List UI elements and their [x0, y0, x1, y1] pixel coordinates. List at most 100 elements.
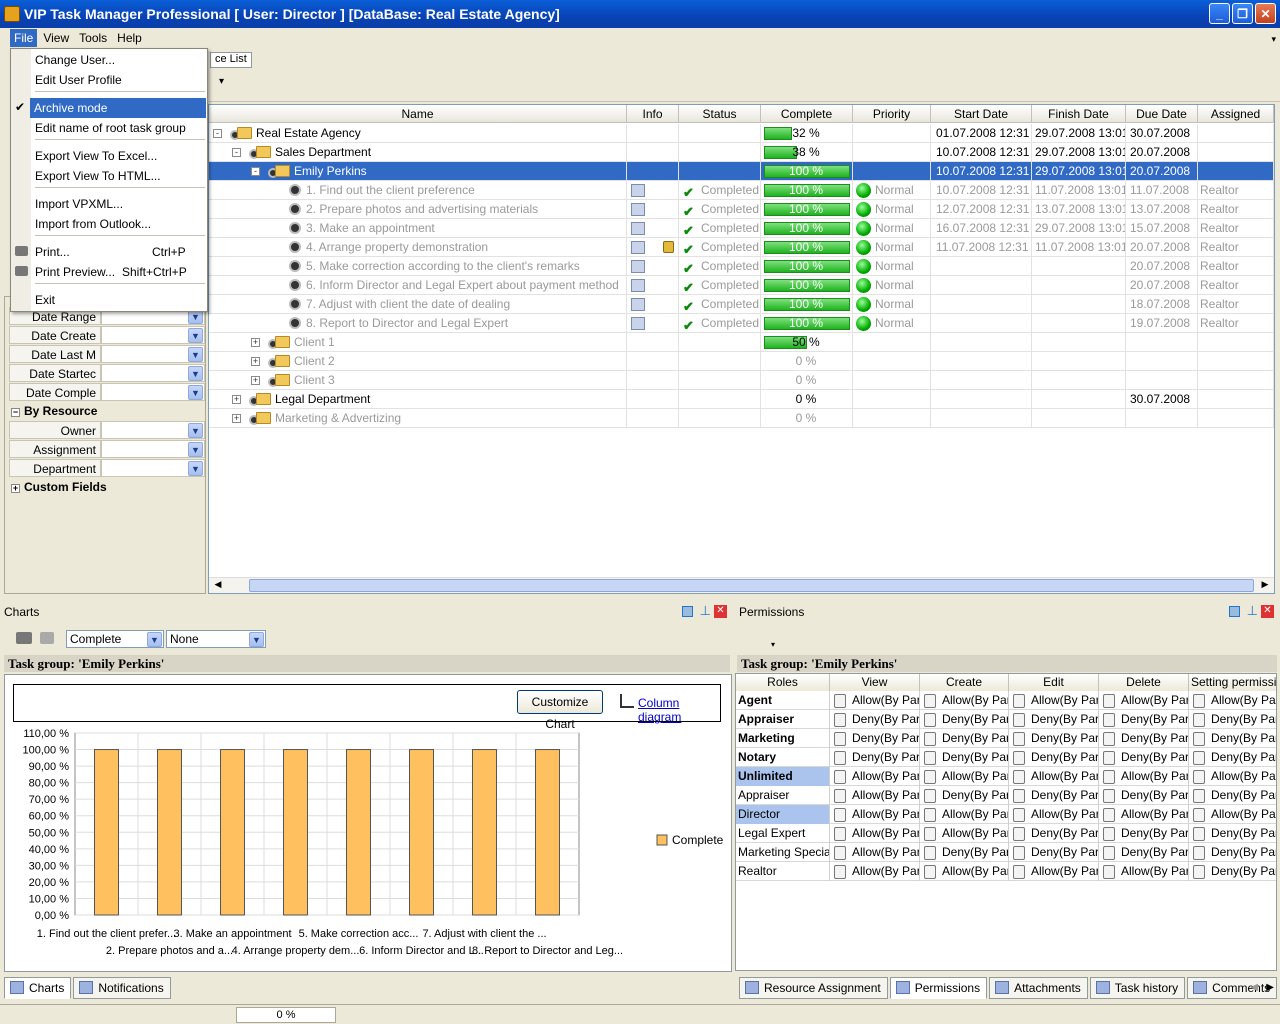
permission-cell[interactable]: Deny(By Parent) [1009, 710, 1099, 729]
chevron-down-icon[interactable]: ▼ [188, 423, 203, 438]
task-row[interactable]: 1. Find out the client preference ✔ Comple… [209, 181, 1274, 200]
horizontal-scrollbar[interactable]: ◀ ▶ [209, 577, 1274, 593]
note-icon[interactable] [631, 260, 645, 273]
permission-cell[interactable]: Allow(By Parent) [1099, 691, 1189, 710]
maximize-button[interactable]: ❐ [1232, 3, 1253, 24]
permission-row[interactable]: RealtorAllow(By Parent)Allow(By Parent)A… [736, 862, 1276, 881]
task-row[interactable]: 6. Inform Director and Legal Expert abou… [209, 276, 1274, 295]
column-delete[interactable]: Delete [1099, 674, 1189, 691]
filter-combo[interactable]: ▼ [101, 421, 205, 439]
note-icon[interactable] [631, 203, 645, 216]
collapse-icon[interactable]: - [232, 148, 241, 157]
tabs-scroll-left-icon[interactable]: ◀ [1250, 982, 1258, 993]
column-start-date[interactable]: Start Date [931, 105, 1032, 123]
group-row[interactable]: + Legal Department 0 % 30.07.2008 [209, 390, 1274, 409]
permission-cell[interactable]: Allow(By Parent) [830, 805, 920, 824]
permission-cell[interactable]: Allow(By Parent) [1009, 805, 1099, 824]
chevron-down-icon[interactable]: ▼ [249, 632, 264, 647]
permission-cell[interactable]: Allow(By Parent) [920, 691, 1009, 710]
chevron-down-icon[interactable]: ▼ [188, 461, 203, 476]
permission-cell[interactable]: Deny(By Parent) [1189, 729, 1276, 748]
menu-tools[interactable]: Tools [75, 29, 111, 47]
permission-cell[interactable]: Deny(By Parent) [1099, 824, 1189, 843]
filter-combo[interactable]: ▼ [101, 440, 205, 458]
permission-cell[interactable]: Deny(By Parent) [830, 748, 920, 767]
panel-close-icon[interactable]: ✕ [1261, 605, 1274, 618]
menu-item-import-from-outlook[interactable]: Import from Outlook... [12, 214, 206, 234]
permission-row[interactable]: DirectorAllow(By Parent)Allow(By Parent)… [736, 805, 1276, 824]
note-icon[interactable] [631, 222, 645, 235]
tab-charts[interactable]: Charts [4, 977, 72, 999]
scroll-left-icon[interactable]: ◀ [211, 579, 225, 592]
menu-item-import-vpxml[interactable]: Import VPXML... [12, 194, 206, 214]
permission-cell[interactable]: Deny(By Parent) [1189, 824, 1276, 843]
permission-row[interactable]: AppraiserDeny(By Parent)Deny(By Parent)D… [736, 710, 1276, 729]
permission-row[interactable]: NotaryDeny(By Parent)Deny(By Parent)Deny… [736, 748, 1276, 767]
chart-group-combo[interactable]: None ▼ [166, 630, 266, 648]
panel-close-icon[interactable]: ✕ [714, 605, 727, 618]
column-edit[interactable]: Edit [1009, 674, 1099, 691]
customize-chart-button[interactable]: Customize Chart [517, 690, 603, 731]
permission-cell[interactable]: Allow(By Parent) [1099, 862, 1189, 881]
expand-icon[interactable]: + [251, 357, 260, 366]
tab-resource-assignment[interactable]: Resource Assignment [739, 977, 888, 999]
group-row[interactable]: - Emily Perkins 100 % 10.07.2008 12:31 29.07… [209, 162, 1274, 181]
permission-cell[interactable]: Allow(By Parent) [1099, 767, 1189, 786]
menu-overflow-icon[interactable]: ▾ [1271, 34, 1276, 45]
permission-cell[interactable]: Allow(By Parent) [830, 691, 920, 710]
permission-cell[interactable]: Deny(By Parent) [1009, 786, 1099, 805]
column-info[interactable]: Info [627, 105, 679, 123]
task-row[interactable]: 7. Adjust with client the date of dealin… [209, 295, 1274, 314]
pin-icon[interactable]: ⊥ [1247, 603, 1258, 619]
permission-row[interactable]: UnlimitedAllow(By Parent)Allow(By Parent… [736, 767, 1276, 786]
scroll-right-icon[interactable]: ▶ [1258, 579, 1272, 592]
expand-icon[interactable]: + [232, 395, 241, 404]
permission-cell[interactable]: Deny(By Parent) [1189, 786, 1276, 805]
column-assigned[interactable]: Assigned [1198, 105, 1274, 123]
permission-cell[interactable]: Allow(By Parent) [920, 862, 1009, 881]
permission-cell[interactable]: Deny(By Parent) [1009, 729, 1099, 748]
note-icon[interactable] [631, 317, 645, 330]
column-status[interactable]: Status [679, 105, 761, 123]
permission-cell[interactable]: Deny(By Parent) [1099, 729, 1189, 748]
print-preview-icon[interactable] [40, 632, 54, 644]
column-complete[interactable]: Complete [761, 105, 853, 123]
menu-item-print-preview[interactable]: Print Preview... Shift+Ctrl+P [12, 262, 206, 282]
permission-row[interactable]: MarketingDeny(By Parent)Deny(By Parent)D… [736, 729, 1276, 748]
permission-cell[interactable]: Deny(By Parent) [1189, 862, 1276, 881]
permission-row[interactable]: AppraiserAllow(By Parent)Deny(By Parent)… [736, 786, 1276, 805]
chevron-down-icon[interactable]: ▼ [188, 385, 203, 400]
menu-help[interactable]: Help [113, 29, 146, 47]
permission-cell[interactable]: Deny(By Parent) [1099, 843, 1189, 862]
permission-cell[interactable]: Deny(By Parent) [920, 710, 1009, 729]
menu-item-export-view-to-excel[interactable]: Export View To Excel... [12, 146, 206, 166]
menu-item-export-view-to-html[interactable]: Export View To HTML... [12, 166, 206, 186]
filter-combo[interactable]: ▼ [101, 459, 205, 477]
permission-cell[interactable]: Allow(By Parent) [830, 843, 920, 862]
toolbar-dropdown-icon[interactable]: ▾ [771, 640, 775, 649]
tab-comments[interactable]: Comments [1187, 977, 1278, 999]
tab-resource-list[interactable]: ce List [210, 52, 252, 68]
column-create[interactable]: Create [920, 674, 1009, 691]
filter-combo[interactable]: ▼ [101, 364, 205, 382]
permission-cell[interactable]: Deny(By Parent) [830, 710, 920, 729]
chart-value-combo[interactable]: Complete ▼ [66, 630, 164, 648]
permission-row[interactable]: AgentAllow(By Parent)Allow(By Parent)All… [736, 691, 1276, 710]
permission-row[interactable]: Marketing SpecialistAllow(By Parent)Deny… [736, 843, 1276, 862]
pin-icon[interactable]: ⊥ [700, 603, 711, 619]
task-row[interactable]: 8. Report to Director and Legal Expert ✔ C… [209, 314, 1274, 333]
group-row[interactable]: - Sales Department 38 % 10.07.2008 12:31 29.… [209, 143, 1274, 162]
menu-item-exit[interactable]: Exit [12, 290, 206, 310]
note-icon[interactable] [631, 241, 645, 254]
group-row[interactable]: + Client 2 0 % [209, 352, 1274, 371]
column-view[interactable]: View [830, 674, 920, 691]
column-name[interactable]: Name [209, 105, 627, 123]
permission-cell[interactable]: Deny(By Parent) [1009, 748, 1099, 767]
permission-cell[interactable]: Allow(By Parent) [920, 805, 1009, 824]
column-roles[interactable]: Roles [736, 674, 830, 691]
group-row[interactable]: + Marketing & Advertizing 0 % [209, 409, 1274, 428]
chevron-down-icon[interactable]: ▼ [188, 347, 203, 362]
permission-cell[interactable]: Allow(By Parent) [1009, 691, 1099, 710]
expand-icon[interactable]: + [11, 484, 20, 493]
note-icon[interactable] [631, 184, 645, 197]
